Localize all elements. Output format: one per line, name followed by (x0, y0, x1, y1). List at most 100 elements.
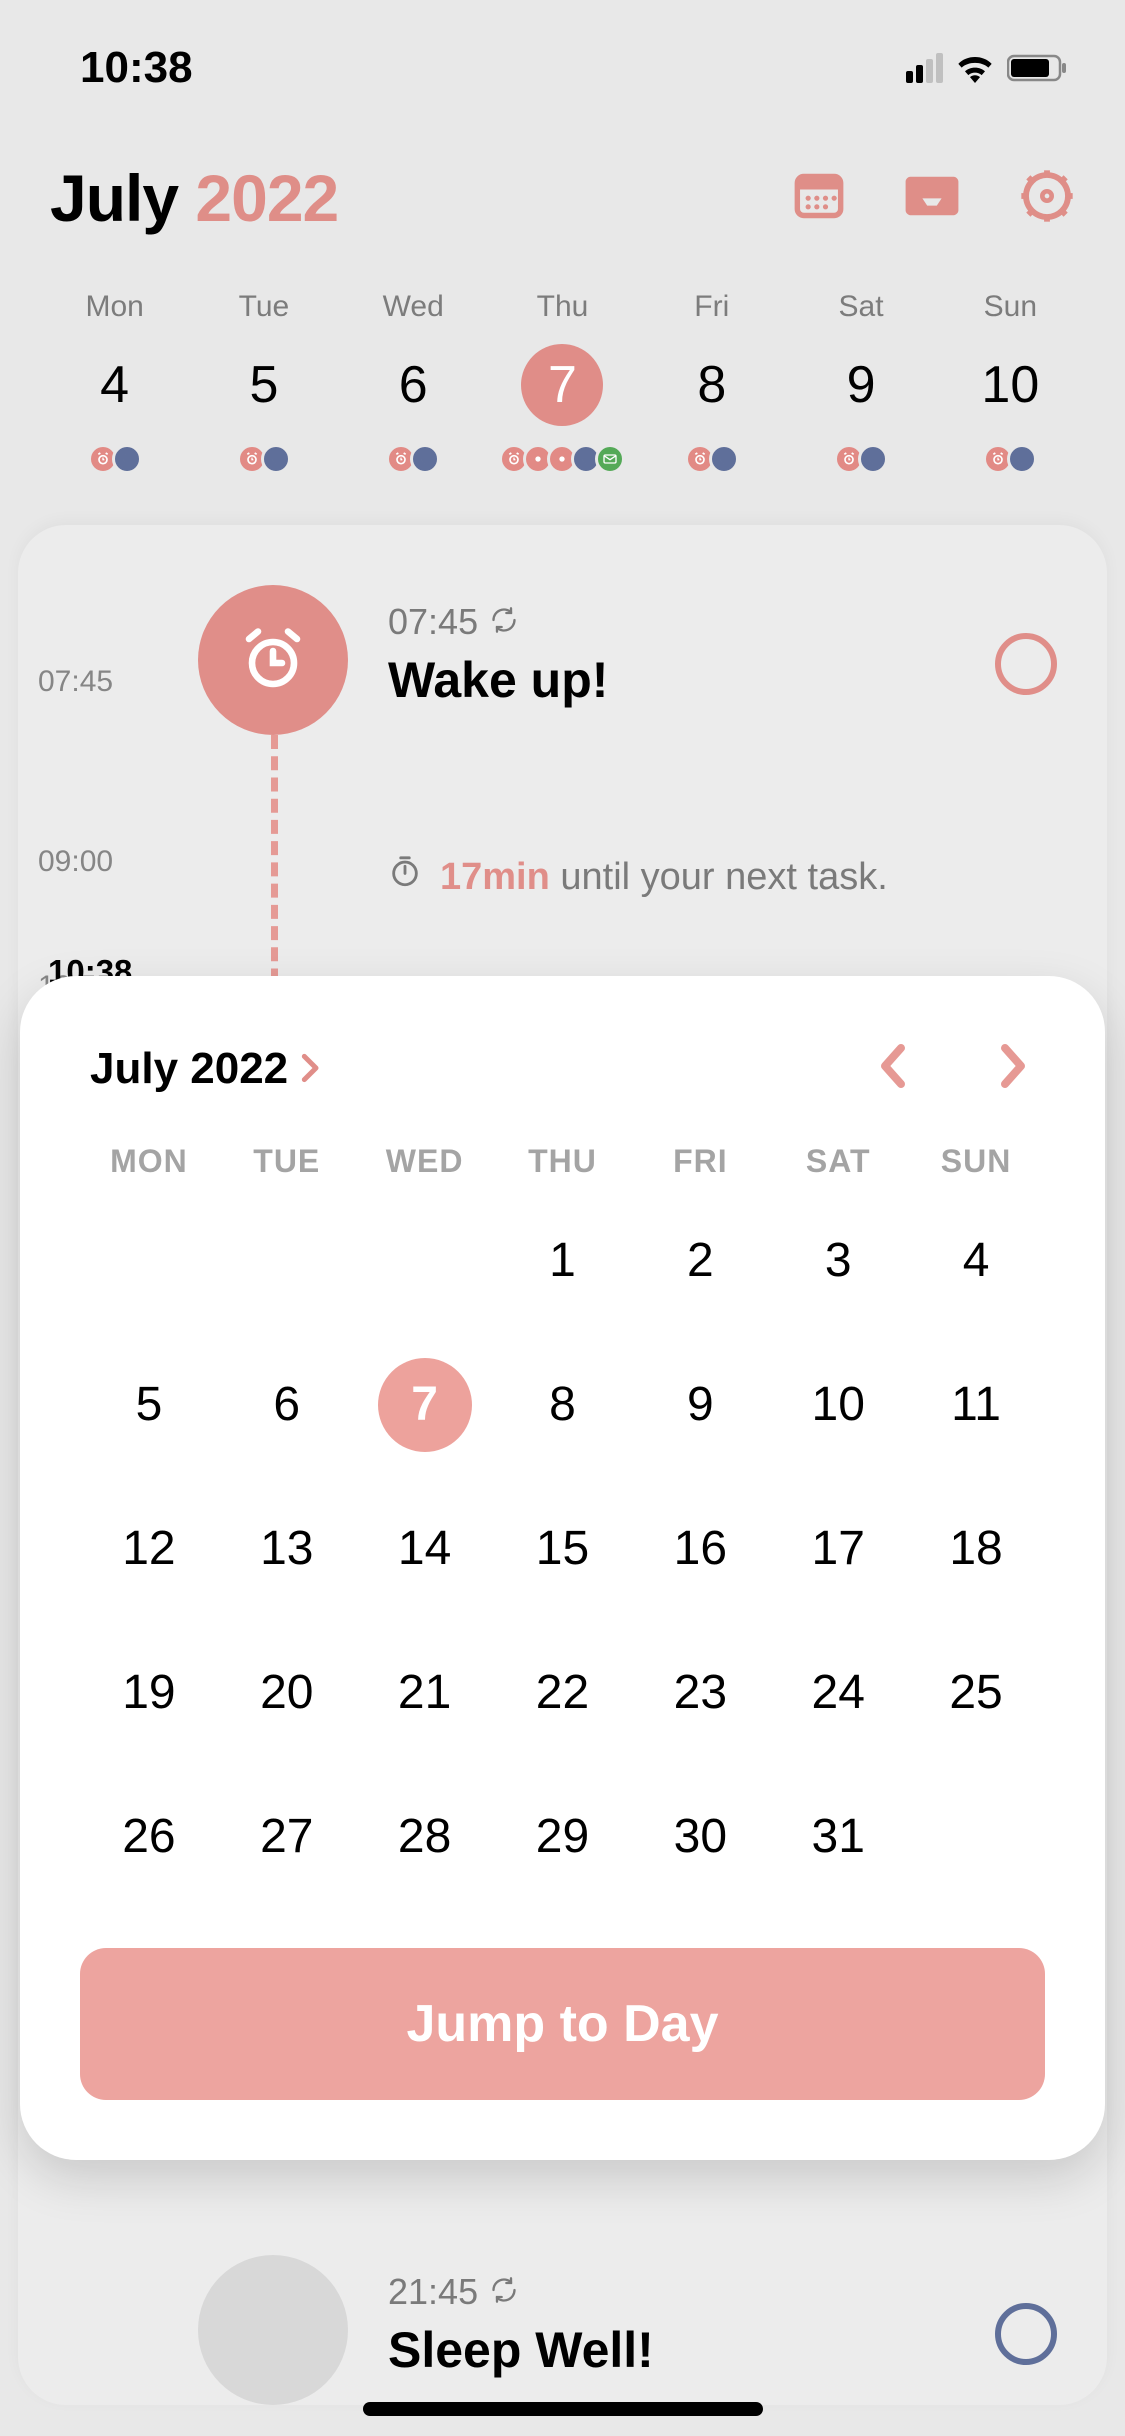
week-day[interactable]: Mon4 (40, 290, 189, 474)
day-indicators (189, 444, 338, 474)
calendar-icon[interactable] (793, 170, 845, 227)
day-indicator-moon-icon (858, 444, 888, 474)
calendar-day[interactable]: 4 (929, 1214, 1023, 1308)
complete-checkbox[interactable] (995, 633, 1057, 695)
calendar-day[interactable]: 13 (240, 1502, 334, 1596)
popup-title-text: July 2022 (90, 1044, 288, 1094)
page-title[interactable]: July 2022 (50, 160, 338, 236)
status-bar: 10:38 (0, 38, 1125, 98)
next-month-button[interactable] (991, 1036, 1035, 1101)
calendar-day[interactable]: 18 (929, 1502, 1023, 1596)
inbox-icon[interactable] (903, 172, 961, 225)
calendar-day[interactable]: 1 (515, 1214, 609, 1308)
day-indicators (936, 444, 1085, 474)
weekday-label: Sat (786, 290, 935, 324)
week-day[interactable]: Tue 5 (189, 290, 338, 474)
weekday-number: 10 (969, 344, 1051, 426)
day-indicator-moon-icon (112, 444, 142, 474)
calendar-day[interactable]: 22 (515, 1646, 609, 1740)
jump-to-day-button[interactable]: Jump to Day (80, 1948, 1045, 2100)
calendar-day[interactable]: 19 (102, 1646, 196, 1740)
weekday-label: Tue (189, 290, 338, 324)
calendar-day[interactable]: 21 (378, 1646, 472, 1740)
event-time: 21:45 (388, 2271, 1067, 2313)
calendar-day[interactable]: 26 (102, 1790, 196, 1884)
prev-month-button[interactable] (871, 1036, 915, 1101)
day-indicator-moon-icon (261, 444, 291, 474)
week-day[interactable]: Wed6 (339, 290, 488, 474)
battery-icon (1007, 53, 1069, 83)
calendar-day[interactable]: 2 (653, 1214, 747, 1308)
next-task-hint: 17min until your next task. (388, 855, 888, 899)
calendar-head-day: SUN (907, 1143, 1045, 1180)
gear-icon[interactable] (1019, 168, 1075, 229)
calendar-day[interactable]: 24 (791, 1646, 885, 1740)
calendar-day[interactable]: 16 (653, 1502, 747, 1596)
title-year: 2022 (195, 161, 338, 235)
calendar-day[interactable]: 9 (653, 1358, 747, 1452)
day-indicator-moon-icon (1007, 444, 1037, 474)
calendar-day[interactable]: 30 (653, 1790, 747, 1884)
calendar-day[interactable]: 7 (378, 1358, 472, 1452)
weekday-number: 6 (372, 344, 454, 426)
week-day[interactable]: Sat9 (786, 290, 935, 474)
cellular-icon (906, 53, 943, 83)
calendar-day[interactable]: 3 (791, 1214, 885, 1308)
time-mark: 09:00 (38, 845, 113, 879)
weekday-label: Sun (936, 290, 1085, 324)
calendar-head-day: MON (80, 1143, 218, 1180)
home-indicator[interactable] (363, 2402, 763, 2416)
calendar-day[interactable]: 12 (102, 1502, 196, 1596)
alarm-icon (198, 585, 348, 735)
calendar-day[interactable]: 10 (791, 1358, 885, 1452)
calendar-day[interactable]: 8 (515, 1358, 609, 1452)
calendar-day[interactable]: 25 (929, 1646, 1023, 1740)
chevron-right-icon (300, 1044, 322, 1094)
timer-icon (388, 855, 422, 899)
calendar-day[interactable]: 31 (791, 1790, 885, 1884)
calendar-day[interactable]: 20 (240, 1646, 334, 1740)
calendar-day[interactable]: 15 (515, 1502, 609, 1596)
calendar-day[interactable]: 14 (378, 1502, 472, 1596)
title-month: July (50, 161, 178, 235)
event-body: 21:45 Sleep Well! (388, 2255, 1067, 2379)
day-indicators (40, 444, 189, 474)
calendar-grid: 1234567891011121314151617181920212223242… (80, 1214, 1045, 1884)
week-day[interactable]: Sun 10 (936, 290, 1085, 474)
calendar-day[interactable]: 29 (515, 1790, 609, 1884)
weekday-number: 5 (223, 344, 305, 426)
week-day[interactable]: Fri8 (637, 290, 786, 474)
calendar-day[interactable]: 17 (791, 1502, 885, 1596)
wifi-icon (955, 53, 995, 83)
calendar-head-day: THU (494, 1143, 632, 1180)
time-mark: 07:45 (38, 665, 113, 699)
repeat-icon (490, 601, 518, 643)
week-day[interactable]: Thu7 (488, 290, 637, 474)
event-title: Sleep Well! (388, 2321, 1067, 2379)
event-body: 07:45Wake up! (388, 585, 1067, 709)
popup-title[interactable]: July 2022 (90, 1044, 322, 1094)
calendar-head-day: TUE (218, 1143, 356, 1180)
weekday-label: Fri (637, 290, 786, 324)
calendar-day[interactable]: 28 (378, 1790, 472, 1884)
header-actions (793, 168, 1075, 229)
calendar-day[interactable]: 11 (929, 1358, 1023, 1452)
calendar-day[interactable]: 23 (653, 1646, 747, 1740)
calendar-head-day: SAT (769, 1143, 907, 1180)
timeline-event[interactable]: 07:45Wake up! (198, 585, 1067, 709)
complete-checkbox[interactable] (995, 2303, 1057, 2365)
calendar-day[interactable]: 6 (240, 1358, 334, 1452)
status-indicators (906, 53, 1069, 83)
day-indicator-moon-icon (410, 444, 440, 474)
jump-button-label: Jump to Day (406, 1995, 718, 2053)
weekday-number: 4 (74, 344, 156, 426)
day-indicator-mail-icon (595, 444, 625, 474)
calendar-day[interactable]: 5 (102, 1358, 196, 1452)
weekday-number: 7 (521, 344, 603, 426)
week-strip: Mon4Tue 5 Wed6Thu7Fri8Sat9Sun 10 (40, 290, 1085, 474)
timeline-event[interactable]: 21:45 Sleep Well! (198, 2255, 1067, 2379)
calendar-day[interactable]: 27 (240, 1790, 334, 1884)
day-indicator-moon-icon (709, 444, 739, 474)
day-indicators (637, 444, 786, 474)
popup-header: July 2022 (80, 1030, 1045, 1107)
